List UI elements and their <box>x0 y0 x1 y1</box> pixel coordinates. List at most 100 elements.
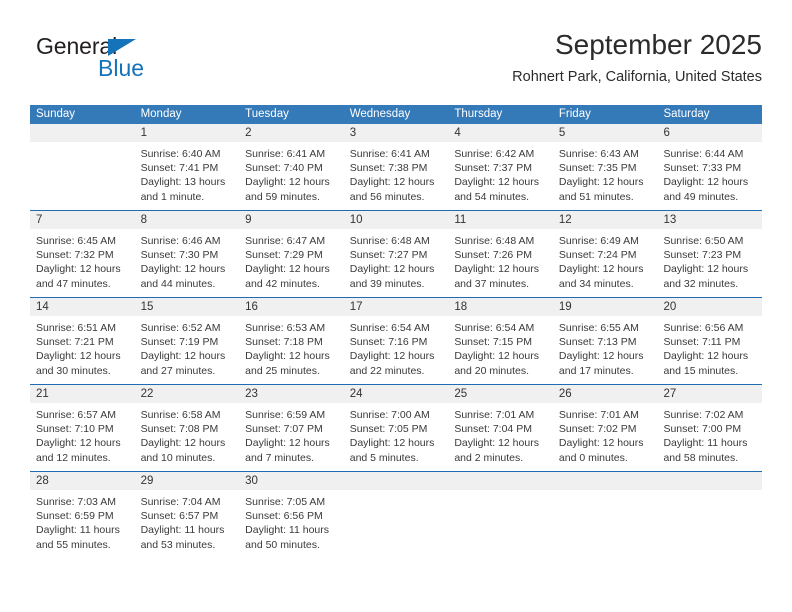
sunset-text: Sunset: 7:04 PM <box>454 423 532 436</box>
daylight-text-cont: and 37 minutes. <box>454 277 530 290</box>
sunset-text: Sunset: 7:21 PM <box>36 336 114 349</box>
calendar-day-cell[interactable]: 2 Sunrise: 6:41 AM Sunset: 7:40 PM Daylight… <box>239 124 344 210</box>
day-number: 30 <box>239 472 344 490</box>
calendar-day-cell[interactable]: 15 Sunrise: 6:52 AM Sunset: 7:19 PM Dayligh… <box>134 298 240 384</box>
sunset-text: Sunset: 7:07 PM <box>245 423 323 436</box>
calendar-day-cell[interactable]: 16 Sunrise: 6:53 AM Sunset: 7:18 PM Dayligh… <box>239 298 344 384</box>
day-number: 14 <box>30 298 135 316</box>
day-number: 1 <box>134 124 240 142</box>
daylight-text: Daylight: 11 hours <box>245 524 330 537</box>
sunset-text: Sunset: 7:08 PM <box>140 423 219 436</box>
daylight-text: Daylight: 12 hours <box>140 437 226 450</box>
calendar-day-cell[interactable]: 6 Sunrise: 6:44 AM Sunset: 7:33 PM Daylight… <box>657 124 763 210</box>
daylight-text-cont: and 30 minutes. <box>36 364 111 377</box>
day-details: Sunrise: 6:43 AM Sunset: 7:35 PM Daylight:… <box>553 142 658 210</box>
general-blue-logo[interactable]: General Blue <box>36 34 216 88</box>
daylight-text: Daylight: 12 hours <box>245 350 330 363</box>
page-header: General Blue September 2025 Rohnert Park… <box>30 28 762 94</box>
daylight-text: Daylight: 12 hours <box>558 263 644 276</box>
day-details: Sunrise: 6:54 AM Sunset: 7:16 PM Daylight:… <box>344 316 449 384</box>
calendar-grid: Sunday Monday Tuesday Wednesday Thursday Frid… <box>30 105 763 558</box>
sunrise-text: Sunrise: 6:43 AM <box>558 148 639 160</box>
sunset-text: Sunset: 7:35 PM <box>558 162 637 175</box>
daylight-text-cont: and 50 minutes. <box>245 538 320 551</box>
calendar-day-cell-empty <box>343 472 449 558</box>
calendar-day-cell[interactable]: 30 Sunrise: 7:05 AM Sunset: 6:56 PM Dayligh… <box>239 472 344 558</box>
daylight-text: Daylight: 12 hours <box>245 437 330 450</box>
calendar-day-cell[interactable]: 8 Sunrise: 6:46 AM Sunset: 7:30 PM Daylight… <box>134 211 240 297</box>
calendar-day-cell[interactable]: 20 Sunrise: 6:56 AM Sunset: 7:11 PM Dayligh… <box>657 298 763 384</box>
day-number: 4 <box>448 124 553 142</box>
sunrise-text: Sunrise: 7:05 AM <box>245 496 326 508</box>
day-number: 2 <box>239 124 344 142</box>
calendar-day-cell[interactable]: 27 Sunrise: 7:02 AM Sunset: 7:00 PM Dayligh… <box>657 385 763 471</box>
calendar-day-cell[interactable]: 22 Sunrise: 6:58 AM Sunset: 7:08 PM Dayligh… <box>134 385 240 471</box>
daylight-text-cont: and 2 minutes. <box>454 451 524 464</box>
daylight-text: Daylight: 12 hours <box>558 176 644 189</box>
day-details <box>553 490 658 501</box>
calendar-day-cell[interactable]: 12 Sunrise: 6:49 AM Sunset: 7:24 PM Dayligh… <box>552 211 658 297</box>
day-number <box>343 472 449 490</box>
daylight-text: Daylight: 12 hours <box>349 176 435 189</box>
sunset-text: Sunset: 6:59 PM <box>36 510 114 523</box>
calendar-day-cell[interactable]: 9 Sunrise: 6:47 AM Sunset: 7:29 PM Daylight… <box>239 211 344 297</box>
calendar-day-cell[interactable]: 5 Sunrise: 6:43 AM Sunset: 7:35 PM Daylight… <box>552 124 658 210</box>
calendar-day-cell[interactable]: 26 Sunrise: 7:01 AM Sunset: 7:02 PM Dayligh… <box>552 385 658 471</box>
calendar-day-cell[interactable]: 25 Sunrise: 7:01 AM Sunset: 7:04 PM Dayligh… <box>448 385 553 471</box>
calendar-day-cell[interactable]: 19 Sunrise: 6:55 AM Sunset: 7:13 PM Dayligh… <box>552 298 658 384</box>
sunset-text: Sunset: 6:56 PM <box>245 510 323 523</box>
calendar-day-cell[interactable]: 29 Sunrise: 7:04 AM Sunset: 6:57 PM Dayligh… <box>134 472 240 558</box>
day-details: Sunrise: 6:48 AM Sunset: 7:27 PM Daylight:… <box>344 229 449 297</box>
day-details: Sunrise: 6:42 AM Sunset: 7:37 PM Daylight:… <box>448 142 553 210</box>
daylight-text: Daylight: 12 hours <box>245 263 330 276</box>
calendar-day-cell[interactable]: 21 Sunrise: 6:57 AM Sunset: 7:10 PM Dayligh… <box>30 385 135 471</box>
sunrise-text: Sunrise: 6:48 AM <box>349 235 430 247</box>
day-details: Sunrise: 6:52 AM Sunset: 7:19 PM Daylight:… <box>135 316 240 384</box>
sunset-text: Sunset: 7:23 PM <box>663 249 742 262</box>
calendar-day-cell[interactable]: 7 Sunrise: 6:45 AM Sunset: 7:32 PM Daylight… <box>30 211 135 297</box>
calendar-day-cell[interactable]: 24 Sunrise: 7:00 AM Sunset: 7:05 PM Dayligh… <box>343 385 449 471</box>
day-number: 25 <box>448 385 553 403</box>
calendar-day-cell[interactable]: 4 Sunrise: 6:42 AM Sunset: 7:37 PM Daylight… <box>448 124 553 210</box>
day-number: 16 <box>239 298 344 316</box>
weekday-header-row: Sunday Monday Tuesday Wednesday Thursday Frid… <box>30 105 762 124</box>
sunrise-text: Sunrise: 6:40 AM <box>140 148 221 160</box>
day-details: Sunrise: 6:48 AM Sunset: 7:26 PM Daylight:… <box>448 229 553 297</box>
calendar-day-cell[interactable]: 18 Sunrise: 6:54 AM Sunset: 7:15 PM Dayligh… <box>448 298 553 384</box>
day-number: 3 <box>343 124 449 142</box>
day-number: 17 <box>343 298 449 316</box>
weekday-header-wednesday: Wednesday <box>349 108 411 120</box>
day-details: Sunrise: 7:01 AM Sunset: 7:02 PM Daylight:… <box>553 403 658 471</box>
daylight-text: Daylight: 12 hours <box>140 263 226 276</box>
calendar-day-cell[interactable]: 14 Sunrise: 6:51 AM Sunset: 7:21 PM Dayligh… <box>30 298 135 384</box>
day-details: Sunrise: 6:46 AM Sunset: 7:30 PM Daylight:… <box>135 229 240 297</box>
calendar-day-cell[interactable]: 11 Sunrise: 6:48 AM Sunset: 7:26 PM Dayligh… <box>448 211 553 297</box>
calendar-day-cell[interactable]: 1 Sunrise: 6:40 AM Sunset: 7:41 PM Daylight… <box>134 124 240 210</box>
day-number: 27 <box>657 385 763 403</box>
sunset-text: Sunset: 7:16 PM <box>349 336 428 349</box>
calendar-day-cell[interactable]: 17 Sunrise: 6:54 AM Sunset: 7:16 PM Dayligh… <box>343 298 449 384</box>
calendar-day-cell[interactable]: 13 Sunrise: 6:50 AM Sunset: 7:23 PM Dayligh… <box>657 211 763 297</box>
daylight-text: Daylight: 12 hours <box>36 350 121 363</box>
sunrise-text: Sunrise: 6:54 AM <box>349 322 430 334</box>
calendar-week-row: 21 Sunrise: 6:57 AM Sunset: 7:10 PM Dayligh… <box>30 384 763 471</box>
daylight-text-cont: and 5 minutes. <box>349 451 419 464</box>
calendar-day-cell[interactable]: 10 Sunrise: 6:48 AM Sunset: 7:27 PM Dayligh… <box>343 211 449 297</box>
day-number: 20 <box>657 298 763 316</box>
daylight-text: Daylight: 12 hours <box>663 350 749 363</box>
day-details: Sunrise: 6:56 AM Sunset: 7:11 PM Daylight:… <box>657 316 762 384</box>
daylight-text-cont: and 20 minutes. <box>454 364 530 377</box>
calendar-day-cell[interactable]: 23 Sunrise: 6:59 AM Sunset: 7:07 PM Dayligh… <box>239 385 344 471</box>
sunset-text: Sunset: 7:41 PM <box>140 162 219 175</box>
day-number: 8 <box>134 211 240 229</box>
sunrise-text: Sunrise: 6:54 AM <box>454 322 535 334</box>
calendar-week-row: 1 Sunrise: 6:40 AM Sunset: 7:41 PM Daylight… <box>30 124 763 210</box>
sunrise-text: Sunrise: 7:02 AM <box>663 409 744 421</box>
calendar-day-cell[interactable]: 3 Sunrise: 6:41 AM Sunset: 7:38 PM Daylight… <box>343 124 449 210</box>
sunrise-text: Sunrise: 6:55 AM <box>558 322 639 334</box>
sunset-text: Sunset: 6:57 PM <box>140 510 219 523</box>
calendar-day-cell[interactable]: 28 Sunrise: 7:03 AM Sunset: 6:59 PM Dayligh… <box>30 472 135 558</box>
daylight-text: Daylight: 12 hours <box>349 350 435 363</box>
sunrise-text: Sunrise: 6:48 AM <box>454 235 535 247</box>
day-details <box>30 142 135 153</box>
